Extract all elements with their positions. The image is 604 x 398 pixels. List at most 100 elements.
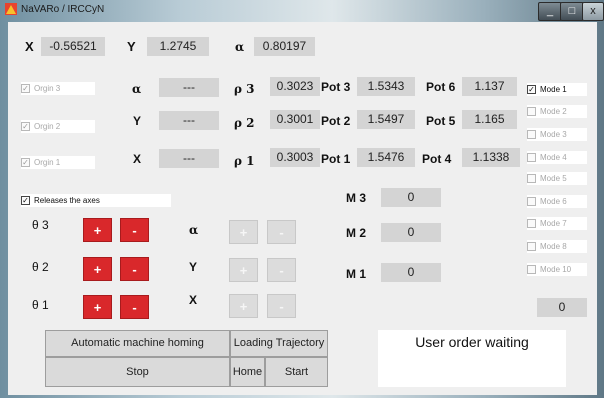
theta-1-minus-button[interactable]: - bbox=[120, 295, 149, 319]
motor-2-value: 0 bbox=[381, 223, 441, 242]
mode-3-checkbox[interactable]: Mode 3 bbox=[527, 128, 587, 141]
mode-10-checkbox[interactable]: Mode 10 bbox=[527, 263, 587, 276]
rho-3-value: 0.3023 bbox=[270, 77, 320, 96]
checkbox-icon bbox=[527, 107, 536, 116]
mode-8-checkbox[interactable]: Mode 8 bbox=[527, 240, 587, 253]
checkbox-icon: ✓ bbox=[21, 158, 30, 167]
coord-y-label: Y bbox=[133, 114, 142, 128]
cart-alpha-label: α bbox=[189, 223, 199, 237]
theta-3-plus-button[interactable]: + bbox=[83, 218, 112, 242]
coord-alpha-label: α bbox=[132, 82, 142, 96]
start-button[interactable]: Start bbox=[265, 357, 328, 387]
automatic-homing-button[interactable]: Automatic machine homing bbox=[45, 330, 230, 357]
checkbox-icon: ✓ bbox=[21, 122, 30, 131]
cart-y-plus-button[interactable]: + bbox=[229, 258, 258, 282]
motor-1-label: M 1 bbox=[346, 267, 367, 281]
rho-2-value: 0.3001 bbox=[270, 110, 320, 129]
alpha-position-label: α bbox=[235, 40, 245, 54]
origin-2-label: Orgin 2 bbox=[34, 122, 61, 131]
mode-8-label: Mode 8 bbox=[540, 242, 567, 251]
maximize-button[interactable]: □ bbox=[560, 2, 584, 21]
theta-1-label: θ 1 bbox=[32, 298, 49, 312]
motor-1-value: 0 bbox=[381, 263, 441, 282]
coord-y-value: --- bbox=[159, 111, 219, 130]
mode-6-checkbox[interactable]: Mode 6 bbox=[527, 195, 587, 208]
checkbox-icon: ✓ bbox=[21, 196, 30, 205]
checkbox-icon bbox=[527, 197, 536, 206]
cart-x-minus-button[interactable]: - bbox=[267, 294, 296, 318]
motor-3-label: M 3 bbox=[346, 191, 367, 205]
pot-2-label: Pot 2 bbox=[321, 114, 351, 128]
coord-x-value: --- bbox=[159, 149, 219, 168]
home-button[interactable]: Home bbox=[230, 357, 265, 387]
origin-1-label: Orgin 1 bbox=[34, 158, 61, 167]
pot-3-label: Pot 3 bbox=[321, 80, 351, 94]
mode-7-checkbox[interactable]: Mode 7 bbox=[527, 217, 587, 230]
pot-4-value: 1.1338 bbox=[462, 148, 520, 167]
rho-3-label: ρ 3 bbox=[234, 82, 255, 96]
theta-3-minus-button[interactable]: - bbox=[120, 218, 149, 242]
origin-1-checkbox[interactable]: ✓ Orgin 1 bbox=[21, 156, 95, 169]
theta-2-minus-button[interactable]: - bbox=[120, 257, 149, 281]
main-panel: X -0.56521 Y 1.2745 α 0.80197 ✓ Orgin 3 ✓… bbox=[8, 22, 597, 395]
checkbox-icon bbox=[527, 153, 536, 162]
y-position-label: Y bbox=[127, 39, 136, 54]
checkbox-icon: ✓ bbox=[21, 84, 30, 93]
mode-1-checkbox[interactable]: ✓ Mode 1 bbox=[527, 83, 587, 96]
minimize-button[interactable]: _ bbox=[538, 2, 562, 21]
theta-1-plus-button[interactable]: + bbox=[83, 295, 112, 319]
pot-4-label: Pot 4 bbox=[422, 152, 452, 166]
title-bar: NaVARo / IRCCyN _ □ x bbox=[0, 0, 604, 21]
pot-1-value: 1.5476 bbox=[357, 148, 415, 167]
cart-x-plus-button[interactable]: + bbox=[229, 294, 258, 318]
mode-5-checkbox[interactable]: Mode 5 bbox=[527, 172, 587, 185]
pot-5-label: Pot 5 bbox=[426, 114, 456, 128]
checkbox-icon bbox=[527, 242, 536, 251]
origin-2-checkbox[interactable]: ✓ Orgin 2 bbox=[21, 120, 95, 133]
close-button[interactable]: x bbox=[582, 2, 604, 21]
status-display: User order waiting bbox=[378, 330, 566, 387]
cart-alpha-minus-button[interactable]: - bbox=[267, 220, 296, 244]
coord-alpha-value: --- bbox=[159, 78, 219, 97]
pot-5-value: 1.165 bbox=[462, 110, 517, 129]
mode-1-label: Mode 1 bbox=[540, 85, 567, 94]
cart-x-label: X bbox=[189, 293, 198, 307]
mode-5-label: Mode 5 bbox=[540, 174, 567, 183]
motor-2-label: M 2 bbox=[346, 226, 367, 240]
release-axes-checkbox[interactable]: ✓ Releases the axes bbox=[21, 194, 171, 207]
mode-value: 0 bbox=[537, 298, 587, 317]
mode-7-label: Mode 7 bbox=[540, 219, 567, 228]
rho-2-label: ρ 2 bbox=[234, 116, 255, 130]
mode-3-label: Mode 3 bbox=[540, 130, 567, 139]
mode-6-label: Mode 6 bbox=[540, 197, 567, 206]
mode-2-label: Mode 2 bbox=[540, 107, 567, 116]
cart-alpha-plus-button[interactable]: + bbox=[229, 220, 258, 244]
checkbox-icon bbox=[527, 265, 536, 274]
x-position-value: -0.56521 bbox=[41, 37, 105, 56]
cart-y-minus-button[interactable]: - bbox=[267, 258, 296, 282]
coord-x-label: X bbox=[133, 152, 142, 166]
checkbox-icon bbox=[527, 174, 536, 183]
window-title: NaVARo / IRCCyN bbox=[21, 4, 105, 15]
cart-y-label: Y bbox=[189, 260, 198, 274]
mode-4-checkbox[interactable]: Mode 4 bbox=[527, 151, 587, 164]
theta-2-label: θ 2 bbox=[32, 260, 49, 274]
rho-1-label: ρ 1 bbox=[234, 154, 255, 168]
pot-1-label: Pot 1 bbox=[321, 152, 351, 166]
release-axes-label: Releases the axes bbox=[34, 196, 100, 205]
pot-2-value: 1.5497 bbox=[357, 110, 415, 129]
theta-3-label: θ 3 bbox=[32, 218, 49, 232]
origin-3-label: Orgin 3 bbox=[34, 84, 61, 93]
pot-6-label: Pot 6 bbox=[426, 80, 456, 94]
motor-3-value: 0 bbox=[381, 188, 441, 207]
loading-trajectory-button[interactable]: Loading Trajectory bbox=[230, 330, 328, 357]
mode-10-label: Mode 10 bbox=[540, 265, 572, 274]
origin-3-checkbox[interactable]: ✓ Orgin 3 bbox=[21, 82, 95, 95]
alpha-position-value: 0.80197 bbox=[254, 37, 315, 56]
mode-4-label: Mode 4 bbox=[540, 153, 567, 162]
theta-2-plus-button[interactable]: + bbox=[83, 257, 112, 281]
y-position-value: 1.2745 bbox=[147, 37, 209, 56]
x-position-label: X bbox=[25, 39, 34, 54]
stop-button[interactable]: Stop bbox=[45, 357, 230, 387]
mode-2-checkbox[interactable]: Mode 2 bbox=[527, 105, 587, 118]
